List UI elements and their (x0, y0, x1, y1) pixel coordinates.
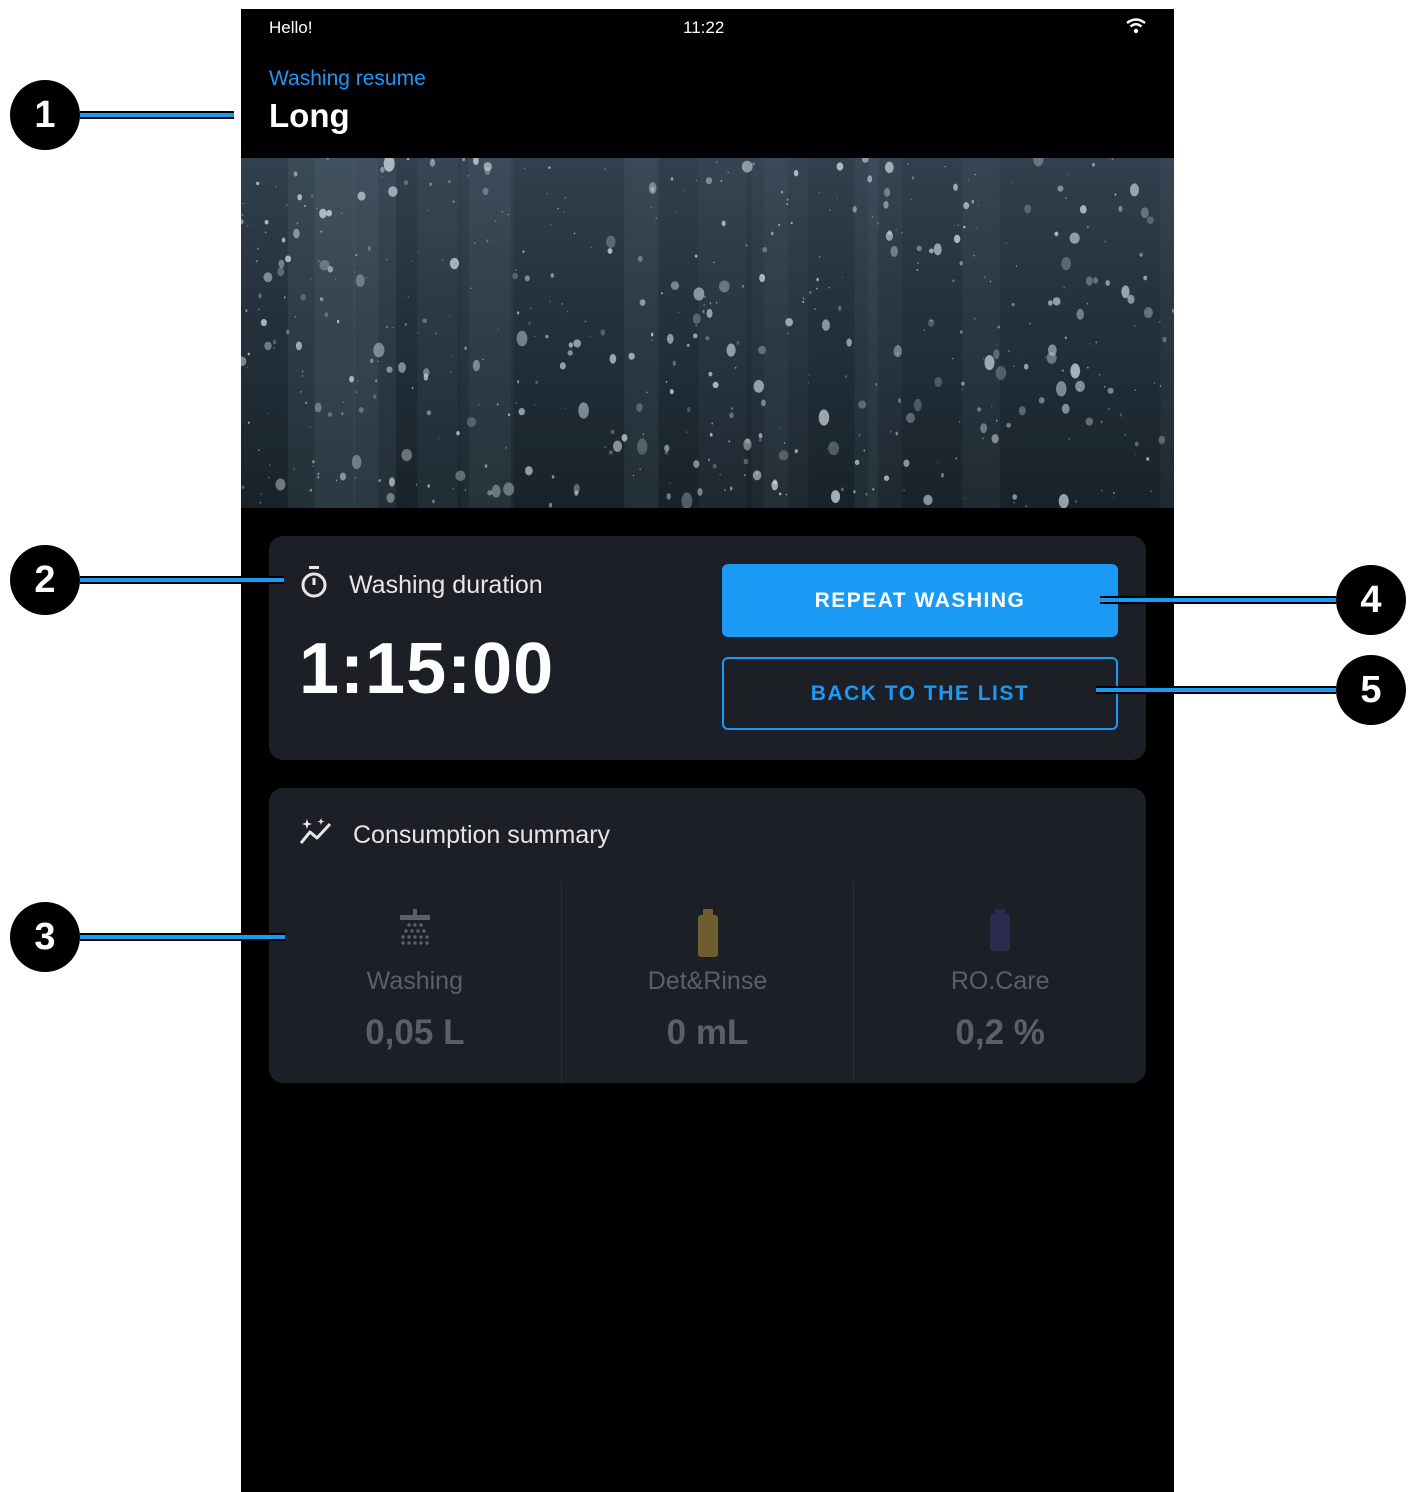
app-screen: Hello! 11:22 Washing resume Long Washing… (241, 9, 1174, 1492)
callout-line-5 (1096, 686, 1336, 694)
back-to-list-button[interactable]: BACK TO THE LIST (722, 657, 1118, 730)
duration-header: Washing duration (299, 565, 543, 606)
callout-badge-4: 4 (1336, 565, 1406, 635)
page-title: Long (269, 97, 350, 134)
status-time: 11:22 (683, 18, 725, 37)
callout-line-2 (80, 576, 284, 584)
metric-label: Washing (366, 967, 463, 995)
metric-value: 0,05 L (365, 1013, 465, 1052)
consumption-summary-card: Consumption summary Washing 0,05 L Det&R… (269, 788, 1146, 1083)
washing-duration-card: Washing duration 1:15:00 REPEAT WASHING … (269, 536, 1146, 760)
callout-line-4 (1100, 596, 1336, 604)
metric-ro-care: RO.Care 0,2 % (853, 881, 1146, 1083)
repeat-washing-button[interactable]: REPEAT WASHING (722, 564, 1118, 637)
duration-value: 1:15:00 (299, 629, 555, 709)
bottle-icon (696, 909, 720, 962)
consumption-metrics: Washing 0,05 L Det&Rinse 0 mL RO.Care 0,… (269, 881, 1146, 1083)
metric-value: 0 mL (666, 1013, 749, 1052)
status-greeting: Hello! (269, 18, 313, 37)
callout-line-3 (80, 933, 285, 941)
status-bar: Hello! 11:22 (241, 9, 1174, 45)
metric-value: 0,2 % (955, 1013, 1045, 1052)
hero-image (241, 158, 1174, 508)
wifi-icon (1126, 18, 1146, 39)
metric-label: RO.Care (950, 967, 1050, 995)
consumption-header: Consumption summary (299, 817, 610, 854)
callout-line-1 (80, 111, 234, 119)
callout-badge-5: 5 (1336, 655, 1406, 725)
sparkle-chart-icon (299, 817, 333, 854)
bottle-icon (988, 909, 1012, 956)
shower-icon (398, 909, 432, 954)
duration-label: Washing duration (349, 571, 543, 599)
callout-badge-2: 2 (10, 545, 80, 615)
consumption-label: Consumption summary (353, 821, 611, 849)
metric-washing: Washing 0,05 L (269, 881, 561, 1083)
stopwatch-icon (299, 565, 329, 606)
header-subtitle: Washing resume (269, 67, 426, 90)
metric-label: Det&Rinse (647, 967, 768, 995)
callout-badge-1: 1 (10, 80, 80, 150)
callout-badge-3: 3 (10, 902, 80, 972)
metric-det-rinse: Det&Rinse 0 mL (560, 881, 854, 1083)
